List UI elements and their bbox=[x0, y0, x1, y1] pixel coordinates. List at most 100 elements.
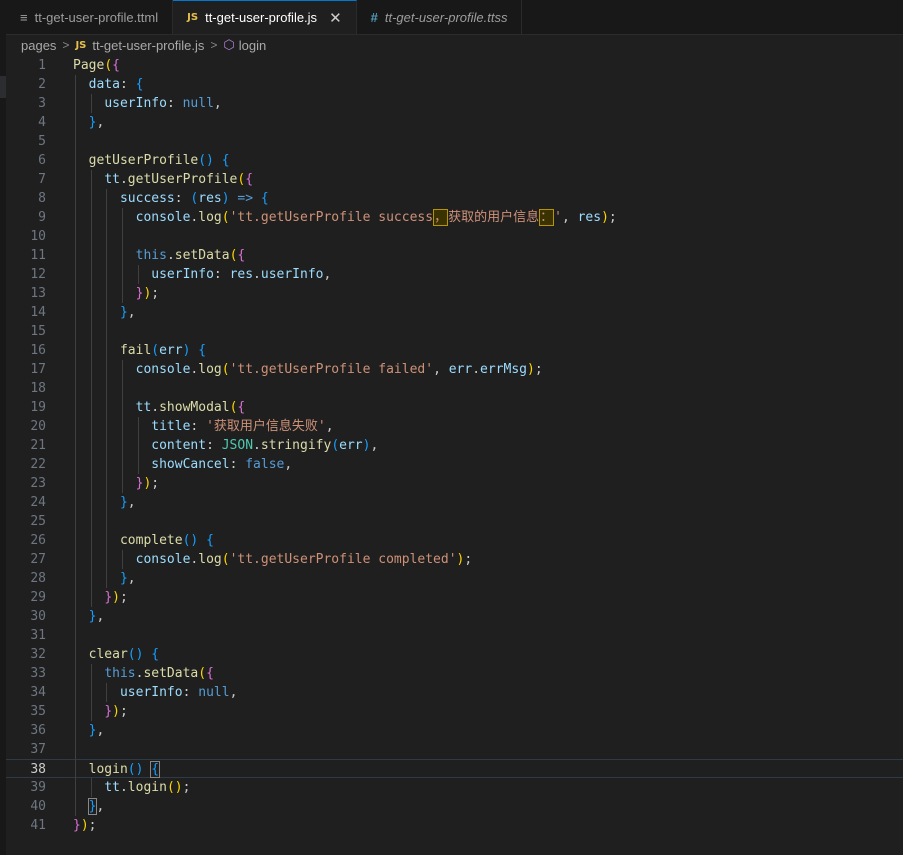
code-text: }); bbox=[73, 816, 96, 835]
code-line[interactable]: 27 console.log('tt.getUserProfile comple… bbox=[6, 550, 903, 569]
code-text: }, bbox=[73, 113, 105, 132]
indent-guide bbox=[106, 683, 108, 702]
code-token: ; bbox=[534, 362, 543, 377]
code-line[interactable]: 40 }, bbox=[6, 797, 903, 816]
code-line[interactable]: 11 this.setData({ bbox=[6, 246, 903, 265]
code-text: }, bbox=[73, 569, 136, 588]
code-token: complete bbox=[119, 533, 183, 548]
chevron-right-icon: > bbox=[62, 38, 70, 52]
code-line[interactable]: 2 data: { bbox=[6, 75, 903, 94]
code-text: console.log('tt.getUserProfile completed… bbox=[73, 550, 473, 569]
code-editor[interactable]: 1 Page({2 data: {3 userInfo: null, 4 }, 5 6 … bbox=[6, 56, 903, 855]
code-token: ) bbox=[601, 210, 609, 225]
tab-label: tt-get-user-profile.js bbox=[205, 10, 318, 25]
line-number: 41 bbox=[30, 818, 46, 833]
code-line[interactable]: 28 }, bbox=[6, 569, 903, 588]
code-line[interactable]: 17 console. log('tt.getUserProfile failed… bbox=[6, 360, 903, 379]
code-line[interactable]: 19 tt.showModal({ bbox=[6, 398, 903, 417]
code-line[interactable]: 33 this.setData({ bbox=[6, 664, 903, 683]
code-token: ( bbox=[221, 362, 230, 377]
code-line[interactable]: 29 }); bbox=[6, 588, 903, 607]
code-line[interactable]: 3 userInfo: null, bbox=[6, 94, 903, 113]
code-line[interactable]: 9 console.log('tt.getUserProfile success… bbox=[6, 208, 903, 227]
tab-ttss[interactable]: # tt-get-user-profile.ttss bbox=[356, 0, 523, 34]
code-line[interactable]: 14 }, bbox=[6, 303, 903, 322]
close-icon[interactable]: ✕ bbox=[329, 9, 342, 27]
code-line[interactable]: 20 title: '获取用户信息失败', bbox=[6, 417, 903, 436]
code-line[interactable]: 36 }, bbox=[6, 721, 903, 740]
tab-js[interactable]: JS tt-get-user-profile.js ✕ bbox=[173, 0, 357, 34]
code-line[interactable]: 21 content: JSON.stringify(err), bbox=[6, 436, 903, 455]
code-line[interactable]: 18 bbox=[6, 379, 903, 398]
code-line[interactable]: 7 tt.getUserProfile({ bbox=[6, 170, 903, 189]
code-line[interactable]: 30 }, bbox=[6, 607, 903, 626]
breadcrumb: pages > JS tt-get-user-profile.js > ⬡ lo… bbox=[6, 34, 903, 56]
code-line[interactable]: 34 userInfo: null, bbox=[6, 683, 903, 702]
code-line[interactable]: 1 Page({ bbox=[6, 56, 903, 75]
code-line[interactable]: 12 userInfo: res.userInfo, bbox=[6, 265, 903, 284]
code-line[interactable]: 24 }, bbox=[6, 493, 903, 512]
line-number: 16 bbox=[30, 343, 46, 358]
code-token: ) bbox=[182, 343, 199, 358]
line-number: 35 bbox=[30, 704, 46, 719]
code-line[interactable]: 5 bbox=[6, 132, 903, 151]
code-token: : bbox=[206, 438, 222, 453]
code-line[interactable]: 25 bbox=[6, 512, 903, 531]
indent-guide bbox=[90, 664, 92, 721]
code-token: . bbox=[253, 267, 261, 282]
breadcrumb-folder[interactable]: pages bbox=[21, 38, 56, 53]
code-line[interactable]: 35 }); bbox=[6, 702, 903, 721]
code-line[interactable]: 41}); bbox=[6, 816, 903, 835]
code-line[interactable]: 22 showCancel: false, bbox=[6, 455, 903, 474]
code-line[interactable]: 39 tt.login(); bbox=[6, 778, 903, 797]
breadcrumb-file[interactable]: tt-get-user-profile.js bbox=[92, 38, 204, 53]
code-token: . bbox=[151, 400, 160, 415]
code-line[interactable]: 23 }); bbox=[6, 474, 903, 493]
code-line[interactable]: 37 bbox=[6, 740, 903, 759]
code-token: { bbox=[151, 647, 160, 662]
code-token: getUserProfile bbox=[127, 172, 238, 187]
code-token: errMsg bbox=[480, 362, 527, 377]
code-line[interactable]: 8 success: (res) => { bbox=[6, 189, 903, 208]
code-line[interactable]: 15 bbox=[6, 322, 903, 341]
code-text: console.log('tt.getUserProfile success，获… bbox=[73, 208, 617, 227]
code-token: , bbox=[96, 609, 105, 624]
code-text: this.setData({ bbox=[73, 664, 214, 683]
code-line[interactable]: 13 }); bbox=[6, 284, 903, 303]
code-token: false bbox=[245, 457, 285, 472]
code-token: { bbox=[206, 666, 214, 681]
breadcrumb-symbol[interactable]: login bbox=[239, 38, 266, 53]
code-line[interactable]: 32 clear() { bbox=[6, 645, 903, 664]
code-token: ) bbox=[527, 362, 535, 377]
code-token: } bbox=[104, 590, 113, 605]
code-token: this bbox=[104, 666, 136, 681]
tab-ttml[interactable]: ≡ tt-get-user-profile.ttml bbox=[6, 0, 174, 34]
code-token: title bbox=[151, 419, 191, 434]
code-token: , bbox=[433, 362, 449, 377]
code-token: res bbox=[198, 191, 222, 206]
code-token: getUserProfile bbox=[88, 153, 199, 168]
code-token: login bbox=[88, 762, 128, 777]
code-token: { bbox=[260, 191, 269, 206]
code-token: , bbox=[323, 267, 332, 282]
code-line[interactable]: 38 login() { bbox=[6, 759, 903, 778]
code-line[interactable]: 26 complete() { bbox=[6, 531, 903, 550]
code-line[interactable]: 4 }, bbox=[6, 113, 903, 132]
tab-label: tt-get-user-profile.ttml bbox=[34, 9, 159, 25]
code-text: this.setData({ bbox=[73, 246, 246, 265]
code-token: ： bbox=[539, 209, 555, 226]
code-text: tt.getUserProfile({ bbox=[73, 170, 253, 189]
code-line[interactable]: 6 getUserProfile() { bbox=[6, 151, 903, 170]
code-line[interactable]: 16 fail(err) { bbox=[6, 341, 903, 360]
line-number: 23 bbox=[30, 476, 46, 491]
code-line[interactable]: 10 bbox=[6, 227, 903, 246]
line-number: 6 bbox=[38, 153, 46, 168]
code-token: : bbox=[174, 191, 191, 206]
code-token: ) bbox=[174, 780, 183, 795]
code-token: , bbox=[127, 495, 136, 510]
line-number: 7 bbox=[38, 172, 46, 187]
code-line[interactable]: 31 bbox=[6, 626, 903, 645]
